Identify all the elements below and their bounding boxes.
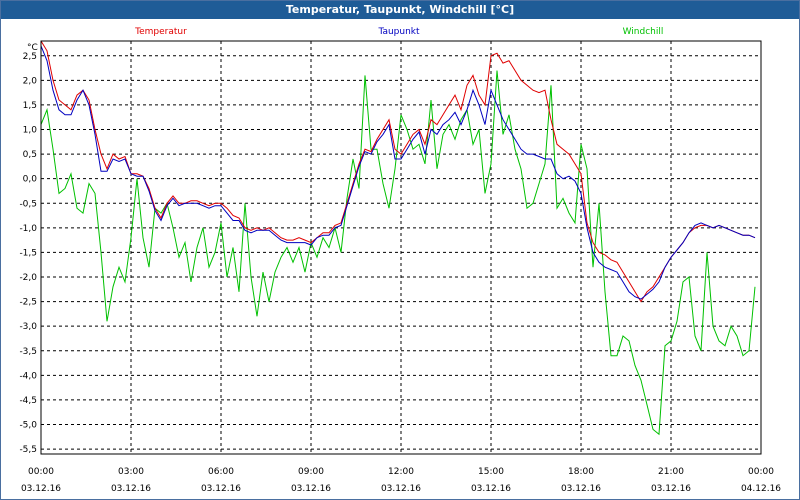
y-tick-label: -5,0	[19, 421, 37, 431]
legend: Temperatur Taupunkt Windchill	[134, 27, 663, 37]
y-tick-label: -1,5	[19, 248, 37, 258]
x-tick-date-label: 03.12.16	[291, 484, 331, 494]
y-tick-label: -2,0	[19, 273, 37, 283]
chart-canvas: 2,5 2,0 1,5 1,0 0,5 0,0 -0,5 -1,0 -1,5 -2,0 -2,5 -3…	[19, 27, 781, 494]
y-tick-label: -3,5	[19, 347, 37, 357]
y-tick-label: -0,5	[19, 199, 37, 209]
x-tick-date-label: 03.12.16	[471, 484, 511, 494]
legend-label-taupunkt: Taupunkt	[377, 27, 420, 37]
y-tick-label: 1,0	[23, 126, 38, 136]
x-tick-time-label: 00:00	[28, 467, 54, 477]
grid	[41, 41, 761, 454]
y-tick-label: -5,5	[19, 445, 37, 455]
legend-label-temperatur: Temperatur	[134, 27, 187, 37]
x-tick-date-label: 03.12.16	[21, 484, 61, 494]
y-axis-unit-label: °C	[27, 43, 38, 53]
x-tick-labels: 00:00 03.12.16 03:00 03.12.16 06:00 03.12.16 0…	[21, 467, 781, 494]
x-tick-time-label: 06:00	[208, 467, 234, 477]
x-tick-date-label: 03.12.16	[201, 484, 241, 494]
window-title: Temperatur, Taupunkt, Windchill [°C]	[1, 1, 799, 19]
x-tick-time-label: 18:00	[568, 467, 594, 477]
y-tick-label: 2,0	[23, 76, 38, 86]
x-tick-time-label: 15:00	[478, 467, 504, 477]
legend-label-windchill: Windchill	[623, 27, 664, 37]
y-tick-label: -1,0	[19, 224, 37, 234]
x-tick-date-label: 03.12.16	[381, 484, 421, 494]
chart-window: Temperatur, Taupunkt, Windchill [°C] 2,5…	[0, 0, 800, 500]
x-tick-date-label: 03.12.16	[651, 484, 691, 494]
x-tick-time-label: 21:00	[658, 467, 684, 477]
y-tick-labels: 2,5 2,0 1,5 1,0 0,5 0,0 -0,5 -1,0 -1,5 -2,0 -2,5 -3…	[19, 52, 37, 455]
y-tick-label: -3,0	[19, 322, 37, 332]
x-tick-date-label: 04.12.16	[741, 484, 781, 494]
y-tick-label: 2,5	[23, 52, 37, 62]
x-tick-time-label: 00:00	[748, 467, 774, 477]
y-tick-label: 0,0	[23, 175, 38, 185]
y-tick-label: 0,5	[23, 150, 37, 160]
x-tick-time-label: 09:00	[298, 467, 324, 477]
x-tick-date-label: 03.12.16	[561, 484, 601, 494]
x-tick-time-label: 03:00	[118, 467, 144, 477]
y-tick-label: -4,0	[19, 371, 37, 381]
y-tick-label: 1,5	[23, 101, 37, 111]
x-tick-time-label: 12:00	[388, 467, 414, 477]
y-tick-label: -4,5	[19, 396, 37, 406]
y-tick-label: -2,5	[19, 298, 37, 308]
x-tick-date-label: 03.12.16	[111, 484, 151, 494]
